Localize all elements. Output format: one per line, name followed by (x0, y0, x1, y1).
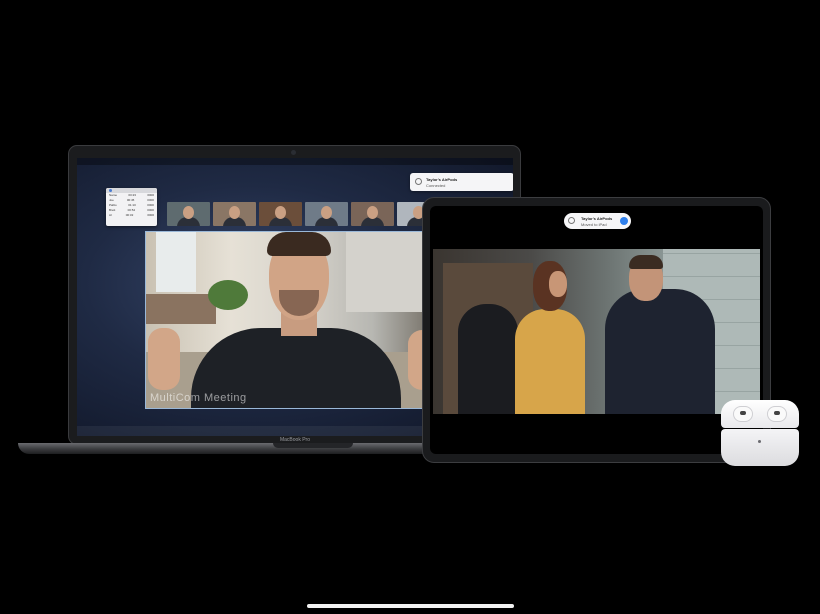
participants-window[interactable]: Name 00:23 0000 Joe 00:45 0000 Pablo 01:10 0000 B… (106, 188, 157, 226)
connect-button[interactable] (620, 217, 628, 225)
app-icon (109, 189, 112, 192)
macbook-label: MacBook Pro (279, 437, 310, 443)
list-item[interactable]: Al 00:32 0000 (106, 213, 157, 218)
list-cell: 00:32 (125, 213, 134, 217)
menu-bar (77, 158, 513, 165)
list-cell: Al (109, 213, 112, 217)
scene-man-suit (605, 289, 715, 414)
participant-head (321, 206, 332, 219)
window-titlebar[interactable] (106, 188, 157, 193)
scene-man-hair (629, 255, 663, 269)
app-watermark: MultiCom Meeting (150, 392, 247, 404)
airpods-case-base (721, 429, 799, 466)
active-speaker-video[interactable]: MultiCom Meeting (145, 231, 430, 409)
background-shelf (146, 294, 216, 324)
notification-title: Taylor's AirPods (426, 177, 458, 182)
airpods-icon (568, 217, 575, 224)
participant-thumbnail[interactable] (305, 202, 348, 226)
ipad-airpods-notification[interactable]: Taylor's AirPods Moved to iPad (564, 213, 631, 229)
airpods-case (721, 400, 799, 466)
scene-figure-left (458, 304, 518, 414)
background-window (156, 232, 196, 292)
background-plant (208, 280, 248, 310)
airpods-case-lid (721, 400, 799, 428)
right-airpod (767, 406, 787, 422)
status-light (758, 440, 761, 443)
left-airpod (733, 406, 753, 422)
participant-strip (167, 202, 440, 226)
notification-title: Taylor's AirPods (581, 216, 613, 221)
speaker-hair (267, 232, 331, 256)
airpods-notification[interactable]: Taylor's AirPods Connected (410, 173, 513, 191)
participants-list: Name 00:23 0000 Joe 00:45 0000 Pablo 01:10 0000 B… (106, 193, 157, 218)
list-cell: 0000 (147, 213, 154, 217)
scene-woman-sweater (515, 309, 585, 414)
ipad-screen: Taylor's AirPods Moved to iPad (430, 206, 763, 454)
participant-head (367, 206, 378, 219)
home-indicator[interactable] (307, 604, 514, 608)
participant-head (275, 206, 286, 219)
notification-subtitle: Moved to iPad (581, 222, 607, 227)
notification-subtitle: Connected (426, 183, 446, 188)
background-cabinet (346, 232, 429, 312)
speaker-left-hand (148, 328, 180, 390)
camera-icon (291, 150, 296, 155)
participant-head (183, 206, 194, 219)
participant-thumbnail[interactable] (213, 202, 256, 226)
scene-woman-face (549, 271, 567, 297)
airpods-icon (415, 178, 422, 185)
participant-head (229, 206, 240, 219)
participant-thumbnail[interactable] (167, 202, 210, 226)
ipad: Taylor's AirPods Moved to iPad (422, 197, 771, 463)
participant-thumbnail[interactable] (351, 202, 394, 226)
participant-thumbnail[interactable] (259, 202, 302, 226)
movie-player[interactable] (433, 249, 760, 414)
trackpad-notch (273, 443, 353, 448)
